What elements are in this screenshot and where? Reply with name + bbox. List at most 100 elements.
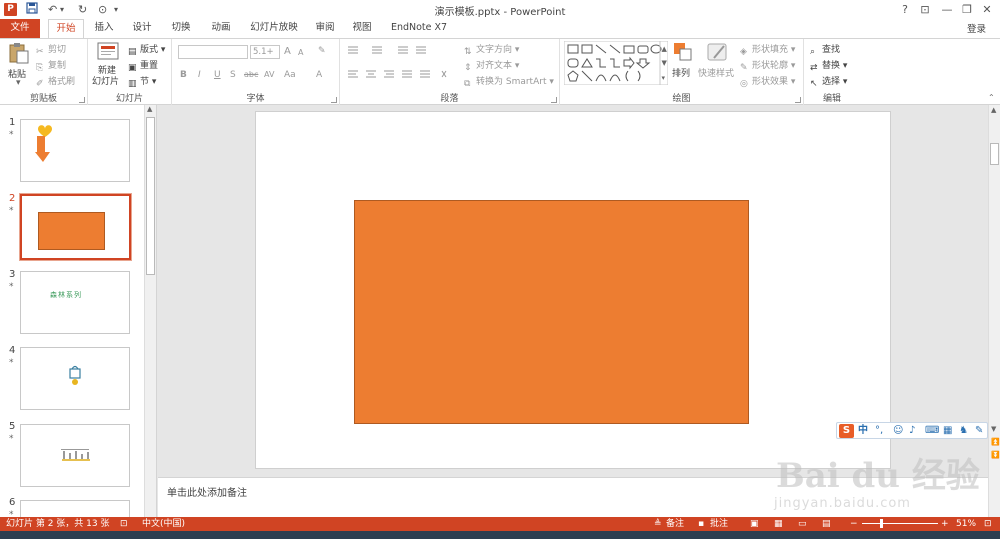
minimize-icon[interactable]: — xyxy=(936,2,958,17)
select-button[interactable]: ↖ 选择 ▾ xyxy=(810,74,847,89)
tab-transitions[interactable]: 切换 xyxy=(164,19,198,38)
clear-format-icon[interactable]: ✎ xyxy=(318,46,326,56)
slideshow-icon[interactable]: ▤ xyxy=(822,517,831,531)
fit-to-window-icon[interactable]: ⊡ xyxy=(984,517,992,531)
zoom-out-icon[interactable]: − xyxy=(850,517,858,531)
reset-icon: ▣ xyxy=(128,63,137,73)
strikethrough-icon[interactable]: abc xyxy=(244,70,258,79)
paragraph-tools-icon[interactable] xyxy=(346,45,458,85)
ribbon-display-icon[interactable]: ⊡ xyxy=(914,2,936,17)
slide-thumbnail-5[interactable] xyxy=(20,424,130,487)
drawing-launcher-icon[interactable] xyxy=(795,97,801,103)
new-slide-button[interactable]: 新建 幻灯片 xyxy=(90,42,126,90)
tab-endnote[interactable]: EndNote X7 xyxy=(386,19,452,38)
bold-icon[interactable]: B xyxy=(180,70,187,80)
section-button[interactable]: ▥ 节 ▾ xyxy=(128,74,156,89)
align-text-button[interactable]: ⇕ 对齐文本 ▾ xyxy=(464,58,519,73)
collapse-ribbon-icon[interactable]: ⌃ xyxy=(988,93,995,102)
help-icon[interactable]: ? xyxy=(894,2,916,17)
find-button[interactable]: ⌕ 查找 xyxy=(810,42,840,57)
zoom-slider-thumb[interactable] xyxy=(880,519,883,528)
shape-fill-button[interactable]: ◈ 形状填充 ▾ xyxy=(740,42,795,57)
underline-icon[interactable]: U xyxy=(214,70,221,80)
paste-button[interactable]: 粘贴 ▾ xyxy=(6,42,32,88)
arrange-button[interactable]: 排列 xyxy=(670,42,696,90)
zoom-in-icon[interactable]: + xyxy=(941,517,949,531)
slide-sorter-icon[interactable]: ▦ xyxy=(774,517,783,531)
font-color-icon[interactable]: A xyxy=(316,70,322,80)
ime-mode-toggle[interactable]: 中 xyxy=(858,423,868,438)
font-size-field[interactable]: 5.1+ xyxy=(250,45,280,59)
tab-design[interactable]: 设计 xyxy=(126,19,158,38)
grid-icon[interactable]: ▦ xyxy=(943,423,952,438)
ribbon-tabs: 文件 开始 插入 设计 切换 动画 幻灯片放映 审阅 视图 EndNote X7… xyxy=(0,19,1000,39)
current-slide[interactable] xyxy=(255,111,891,469)
slide-thumbnail-4[interactable] xyxy=(20,347,130,410)
shape-effects-button[interactable]: ◎ 形状效果 ▾ xyxy=(740,74,795,89)
login-link[interactable]: 登录 xyxy=(967,21,986,35)
copy-button[interactable]: ⎘ 复制 xyxy=(36,58,66,73)
clipboard-group: 粘贴 ▾ ✂ 剪切 ⎘ 复制 ✐ 格式刷 剪贴板 xyxy=(0,39,88,105)
quick-styles-button[interactable]: 快速样式 xyxy=(698,42,738,90)
change-case-icon[interactable]: Aa xyxy=(284,70,296,80)
slide-thumbnail-2[interactable] xyxy=(19,193,132,261)
shapes-gallery-icon[interactable]: ▲ ▼ ▾ xyxy=(564,41,668,85)
ime-punctuation-toggle[interactable]: °, xyxy=(875,423,883,438)
language-status[interactable]: 中文(中国) xyxy=(142,517,185,531)
clipboard-launcher-icon[interactable] xyxy=(79,97,85,103)
char-spacing-icon[interactable]: AV xyxy=(264,70,274,79)
text-direction-button[interactable]: ⇅ 文字方向 ▾ xyxy=(464,42,519,57)
format-painter-button[interactable]: ✐ 格式刷 xyxy=(36,74,75,89)
thumbnails-scrollbar[interactable]: ▲ xyxy=(144,105,156,517)
slide-thumbnail-3[interactable]: 森林系列 xyxy=(20,271,130,334)
font-launcher-icon[interactable] xyxy=(331,97,337,103)
replace-button[interactable]: ⇄ 替换 ▾ xyxy=(810,58,847,73)
paragraph-launcher-icon[interactable] xyxy=(551,97,557,103)
close-icon[interactable]: ✕ xyxy=(976,2,998,17)
font-name-field[interactable] xyxy=(178,45,248,59)
scroll-down-icon[interactable]: ▼ xyxy=(991,425,996,433)
shadow-icon[interactable]: S xyxy=(230,70,236,80)
emoji-icon[interactable]: ☺ xyxy=(893,423,903,438)
reset-button[interactable]: ▣ 重置 xyxy=(128,58,158,73)
tab-home[interactable]: 开始 xyxy=(48,19,84,39)
grow-font-icon[interactable]: A xyxy=(284,46,291,57)
tab-slideshow[interactable]: 幻灯片放映 xyxy=(244,19,304,38)
tab-animations[interactable]: 动画 xyxy=(204,19,238,38)
notes-toggle[interactable]: 备注 xyxy=(666,517,684,531)
section-label: 节 xyxy=(140,77,150,87)
shrink-font-icon[interactable]: A xyxy=(298,48,303,57)
zoom-slider[interactable] xyxy=(862,519,938,528)
shape-outline-button[interactable]: ✎ 形状轮廓 ▾ xyxy=(740,58,795,73)
restore-icon[interactable]: ❐ xyxy=(956,2,978,17)
reading-view-icon[interactable]: ▭ xyxy=(798,517,807,531)
tab-view[interactable]: 视图 xyxy=(346,19,378,38)
zoom-level[interactable]: 51% xyxy=(956,517,976,531)
animation-star-icon: * xyxy=(9,510,14,517)
notes-icon[interactable]: ≜ xyxy=(654,517,662,531)
tab-file[interactable]: 文件 xyxy=(0,19,40,38)
italic-icon[interactable]: I xyxy=(198,70,201,80)
slide-thumbnail-1[interactable] xyxy=(20,119,130,182)
convert-smartart-button[interactable]: ⧉ 转换为 SmartArt ▾ xyxy=(464,74,554,89)
scroll-up-icon[interactable]: ▲ xyxy=(991,106,996,114)
comments-toggle[interactable]: 批注 xyxy=(710,517,728,531)
keyboard-icon[interactable]: ⌨ xyxy=(925,423,939,438)
slide-thumbnail-6[interactable] xyxy=(20,500,130,517)
normal-view-icon[interactable]: ▣ xyxy=(750,517,759,531)
tab-insert[interactable]: 插入 xyxy=(88,19,120,38)
microphone-icon[interactable]: ♪ xyxy=(909,423,915,438)
layout-button[interactable]: ▤ 版式 ▾ xyxy=(128,42,165,57)
spellcheck-icon[interactable]: ⊡ xyxy=(120,517,128,531)
previous-slide-icon[interactable]: ⏫ xyxy=(991,438,1000,446)
editor-scroll-thumb[interactable] xyxy=(990,143,999,165)
thumbnails-scroll-thumb[interactable] xyxy=(146,117,155,275)
wrench-icon[interactable]: ✎ xyxy=(975,423,983,438)
ime-toolbar[interactable]: S 中 °, ☺ ♪ ⌨ ▦ ♞ ✎ xyxy=(836,422,988,439)
cut-button[interactable]: ✂ 剪切 xyxy=(36,42,66,57)
scroll-up-icon[interactable]: ▲ xyxy=(147,105,152,113)
skin-icon[interactable]: ♞ xyxy=(959,423,968,438)
tab-review[interactable]: 审阅 xyxy=(310,19,340,38)
comments-icon[interactable]: ▪ xyxy=(698,517,704,531)
orange-rectangle-shape[interactable] xyxy=(354,200,749,424)
